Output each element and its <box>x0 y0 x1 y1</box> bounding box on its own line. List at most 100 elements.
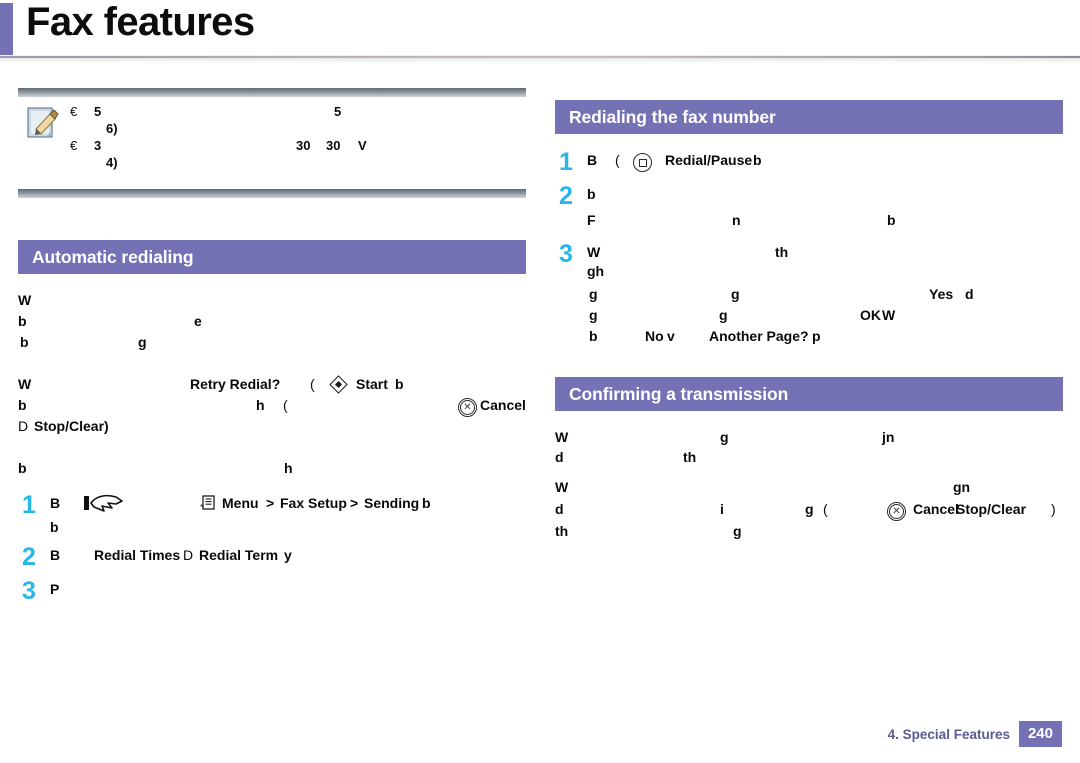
note-body: € 5 5 6) € 3 30 30 V 4) <box>18 97 526 189</box>
hand-pointer-icon <box>78 492 124 517</box>
step-body: B * Menu > Fax Setup > Sending b b <box>50 493 526 535</box>
cancel-button-icon: ✕ <box>458 398 477 417</box>
separator-chevron: > <box>266 495 275 511</box>
text-fragment: b <box>887 212 896 228</box>
text-fragment: W <box>555 479 569 495</box>
paren-open: ( <box>615 152 620 168</box>
text-fragment: th <box>555 523 569 539</box>
note-fragment: 3 <box>94 138 102 153</box>
note-top-rule <box>18 88 526 97</box>
text-fragment: p <box>812 328 821 344</box>
svg-text:*: * <box>200 503 203 511</box>
section-heading-confirming-transmission: Confirming a transmission <box>555 377 1063 411</box>
ui-term-redial-times: Redial Times <box>94 547 181 563</box>
text-fragment: B <box>587 152 598 168</box>
step-number: 2 <box>22 543 36 571</box>
text-fragment: b <box>18 397 27 413</box>
text-fragment: D <box>18 418 29 434</box>
text-fragment: jn <box>882 429 895 445</box>
start-button-icon <box>330 376 347 393</box>
ui-term-another-page: Another Page? <box>709 328 809 344</box>
text-fragment: b <box>20 334 29 350</box>
note-item: € 3 30 30 V 4) <box>70 137 526 171</box>
ui-term-stop-clear: Stop/Clear) <box>34 418 109 434</box>
text-fragment: W <box>587 244 601 260</box>
text-fragment: v <box>667 328 675 344</box>
step-item: 2 b F n b <box>555 184 1063 232</box>
note-bottom-rule <box>18 189 526 198</box>
text-fragment: h <box>256 397 265 413</box>
text-fragment: P <box>50 581 60 597</box>
text-fragment: W <box>18 376 32 392</box>
paren-close: ) <box>1051 501 1056 517</box>
text-fragment: b <box>18 313 27 329</box>
step-number: 2 <box>559 182 573 210</box>
text-fragment: W <box>18 292 32 308</box>
menu-icon: * <box>200 495 216 512</box>
text-fragment: h <box>284 460 293 476</box>
text-fragment: gh <box>587 263 605 279</box>
step-number: 1 <box>559 148 573 176</box>
automatic-redialing-steps: 1 B * Menu > Fax Setup > Sending b b 2 B… <box>18 493 526 605</box>
text-fragment: i <box>720 501 724 517</box>
note-fragment: 5 <box>94 104 102 119</box>
note-box: € 5 5 6) € 3 30 30 V 4) <box>18 88 526 198</box>
title-accent-bar <box>0 3 13 55</box>
ui-term-ok: OK <box>860 307 881 323</box>
note-fragment: 6) <box>106 121 118 136</box>
text-fragment: g <box>733 523 742 539</box>
redial-pause-icon <box>633 153 652 172</box>
separator-chevron: > <box>350 495 359 511</box>
text-fragment: b <box>50 519 59 535</box>
footer-chapter-label: 4. Special Features <box>887 726 1010 742</box>
automatic-redialing-body: W b e b g W Retry Redial? ( Start b b h … <box>18 290 526 479</box>
text-fragment: D <box>183 547 194 563</box>
confirming-transmission-body-1: W g jn d th <box>555 427 1063 467</box>
step-number: 3 <box>22 577 36 605</box>
paren-open: ( <box>310 376 315 392</box>
step-number: 3 <box>559 240 573 268</box>
text-fragment: B <box>50 495 61 511</box>
text-fragment: e <box>194 313 202 329</box>
text-fragment: b <box>395 376 404 392</box>
text-fragment: g <box>719 307 728 323</box>
ui-term-retry-redial: Retry Redial? <box>190 376 281 392</box>
note-lines: € 5 5 6) € 3 30 30 V 4) <box>70 103 526 171</box>
step-body: B Redial Times D Redial Term y <box>50 545 526 569</box>
step-item: 2 B Redial Times D Redial Term y <box>18 543 526 571</box>
text-fragment: g <box>731 286 740 302</box>
ui-term-yes: Yes <box>929 286 954 302</box>
confirming-transmission-body-2: W gn d i g ( ✕ Cancel Stop/Clear ) th g <box>555 477 1063 543</box>
page-footer: 4. Special Features 240 <box>888 721 1062 747</box>
ui-term-redial-term: Redial Term <box>199 547 279 563</box>
text-fragment: g <box>720 429 729 445</box>
redialing-steps: 1 B ( Redial/Pause b 2 b F n b 3 W th gh… <box>555 150 1063 347</box>
text-fragment: b <box>422 495 431 511</box>
text-fragment: gn <box>953 479 971 495</box>
text-fragment: y <box>284 547 292 563</box>
note-fragment: 30 <box>296 138 311 153</box>
paren-open: ( <box>823 501 828 517</box>
title-divider-rule <box>0 50 1080 64</box>
step-item: 3 P <box>18 577 526 605</box>
page-title: Fax features <box>26 0 255 44</box>
ui-term-fax-setup: Fax Setup <box>280 495 347 511</box>
text-fragment: b <box>18 460 27 476</box>
section-heading-automatic-redialing: Automatic redialing <box>18 240 526 274</box>
step-item: 1 B * Menu > Fax Setup > Sending b b <box>18 493 526 536</box>
note-bullet: € <box>70 104 78 119</box>
note-bullet: € <box>70 138 78 153</box>
paren-open: ( <box>283 397 288 413</box>
text-fragment: W <box>882 307 896 323</box>
text-fragment: th <box>683 449 697 465</box>
text-fragment: d <box>555 449 564 465</box>
note-fragment: V <box>358 138 367 153</box>
note-fragment: 30 <box>326 138 341 153</box>
section-heading-redialing-fax-number: Redialing the fax number <box>555 100 1063 134</box>
note-fragment: 4) <box>106 155 118 170</box>
note-pencil-icon <box>26 105 64 141</box>
text-fragment: n <box>732 212 741 228</box>
text-fragment: W <box>555 429 569 445</box>
